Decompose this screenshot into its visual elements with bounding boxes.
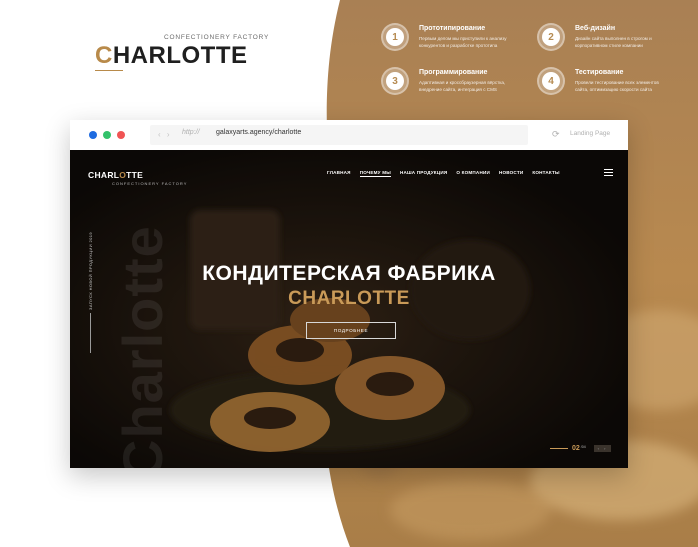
feature-number-badge: 4 xyxy=(537,67,565,95)
menu-item-why-us[interactable]: ПОЧЕМУ МЫ xyxy=(359,170,391,177)
website-hero: Charlotte CHARLOTTE CONFECTIONERY FACTOR… xyxy=(70,150,628,468)
feature-description: Адаптивная и кроссбраузерная вёрстка, вн… xyxy=(419,80,506,92)
feature-title: Веб-дизайн xyxy=(575,25,616,32)
menu-item-news[interactable]: НОВОСТИ xyxy=(499,170,523,177)
brand-underline xyxy=(95,70,123,71)
slide-line xyxy=(550,448,568,449)
menu-item-about[interactable]: О КОМПАНИИ xyxy=(456,170,490,177)
more-button[interactable]: ПОДРОБНЕЕ xyxy=(306,322,396,339)
feature-number: 4 xyxy=(542,72,560,90)
slide-arrows[interactable]: ‹ › xyxy=(593,445,612,452)
hero-title: КОНДИТЕРСКАЯ ФАБРИКА xyxy=(202,262,496,285)
window-dot-green[interactable] xyxy=(103,131,111,139)
window-dot-blue[interactable] xyxy=(89,131,97,139)
window-dot-red[interactable] xyxy=(117,131,125,139)
feature-number-badge: 3 xyxy=(381,67,409,95)
refresh-icon[interactable]: ⟳ xyxy=(552,129,560,140)
feature-number-badge: 1 xyxy=(381,23,409,51)
url-text[interactable]: galaxyarts.agency/charlotte xyxy=(216,129,301,136)
browser-toolbar: ‹ › http:// galaxyarts.agency/charlotte … xyxy=(70,120,628,150)
site-main-menu: ГЛАВНАЯ ПОЧЕМУ МЫ НАША ПРОДУКЦИЯ О КОМПА… xyxy=(327,170,560,177)
feature-description: Дизайн сайта выполнен в строгом и корпор… xyxy=(575,36,652,48)
feature-number: 1 xyxy=(386,28,404,46)
browser-window: ‹ › http:// galaxyarts.agency/charlotte … xyxy=(70,120,628,468)
feature-description: Первым делом мы приступили к анализу кон… xyxy=(419,36,507,48)
landing-page-label: Landing Page xyxy=(570,130,611,137)
menu-item-contacts[interactable]: КОНТАКТЫ xyxy=(532,170,559,177)
vertical-divider xyxy=(90,313,91,353)
back-forward-arrows[interactable]: ‹ › xyxy=(158,130,172,139)
site-logo[interactable]: CHARLOTTE CONFECTIONERY FACTORY xyxy=(88,170,187,186)
slide-counter: 02 /04 ‹ › xyxy=(550,445,612,452)
menu-item-home[interactable]: ГЛАВНАЯ xyxy=(327,170,351,177)
feature-number: 2 xyxy=(542,28,560,46)
feature-number-badge: 2 xyxy=(537,23,565,51)
feature-title: Тестирование xyxy=(575,69,624,76)
hamburger-menu-icon[interactable] xyxy=(604,169,613,176)
address-bar[interactable] xyxy=(150,125,528,145)
feature-title: Прототипирование xyxy=(419,25,486,32)
brand-name-initial: C xyxy=(95,42,113,69)
slide-current: 02 xyxy=(572,445,580,452)
slide-total: /04 xyxy=(580,445,586,449)
feature-number: 3 xyxy=(386,72,404,90)
brand-name-rest: HARLOTTE xyxy=(112,42,248,69)
feature-title: Программирование xyxy=(419,69,488,76)
hero-subtitle: CHARLOTTE xyxy=(288,288,410,309)
brand-tagline: CONFECTIONERY FACTORY xyxy=(164,34,270,41)
url-protocol: http:// xyxy=(182,129,200,136)
site-logo-tagline: CONFECTIONERY FACTORY xyxy=(112,181,188,186)
site-logo-part: TTE xyxy=(126,170,144,180)
site-logo-part: CHARL xyxy=(88,170,120,180)
feature-description: Провели тестирование всех элементов сайт… xyxy=(575,80,659,92)
brand-name: CHARLOTTE xyxy=(95,42,248,70)
menu-item-products[interactable]: НАША ПРОДУКЦИЯ xyxy=(400,170,447,177)
